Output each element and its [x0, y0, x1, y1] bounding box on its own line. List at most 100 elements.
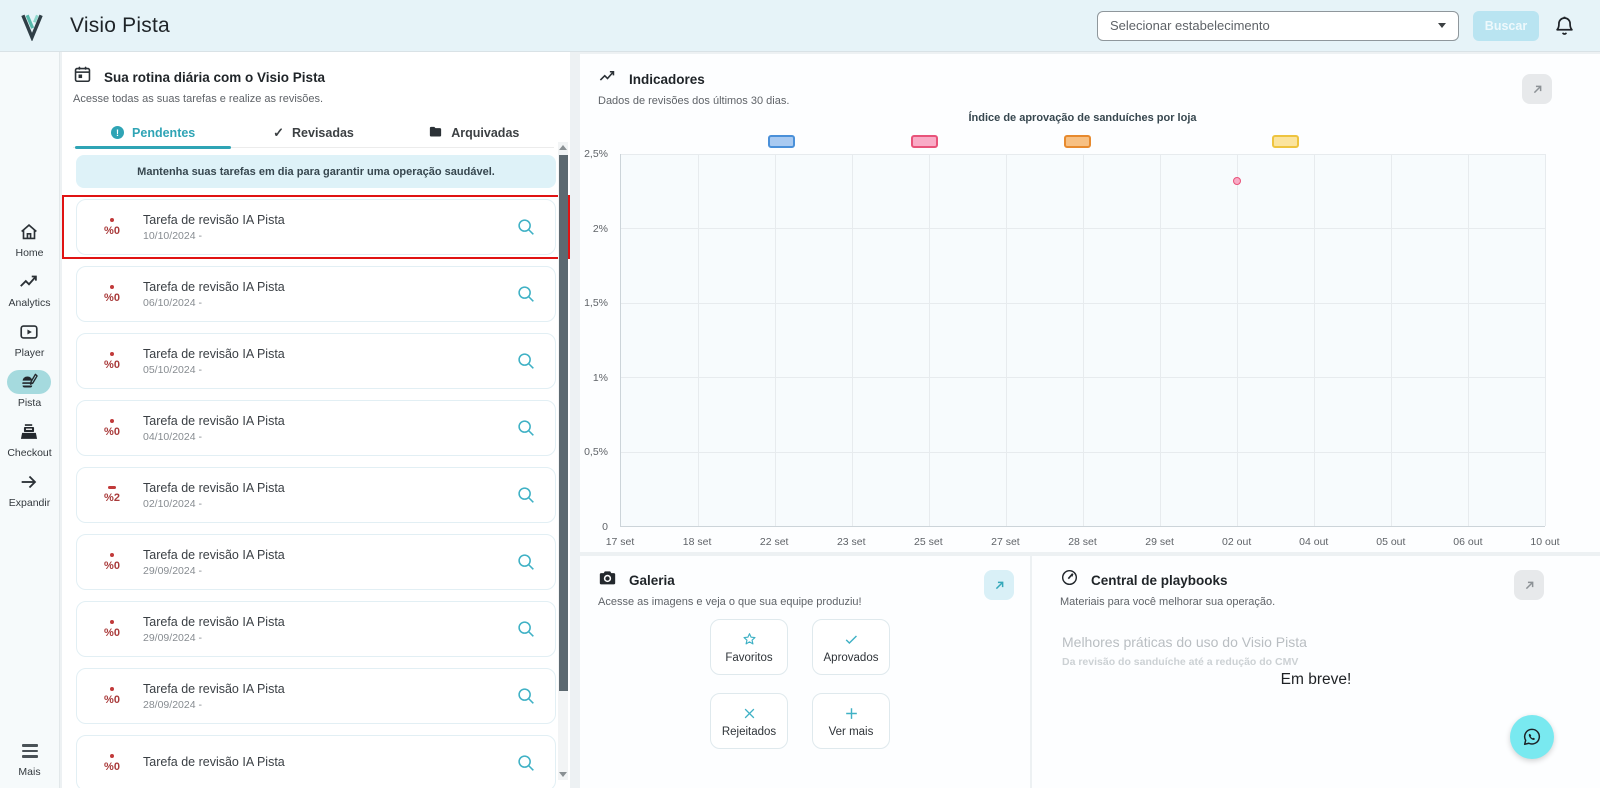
sidebar-item-pista[interactable]: Pista [7, 370, 52, 409]
page-title: Visio Pista [70, 13, 170, 37]
sidebar-item-player[interactable]: Player [7, 320, 51, 359]
task-percent-badge: %0 [97, 686, 127, 706]
legend-swatch[interactable] [1272, 135, 1300, 148]
gridline [1083, 154, 1084, 526]
task-title: Tarefa de revisão IA Pista [143, 681, 285, 696]
sidebar-item-expandir[interactable]: Expandir [7, 470, 51, 509]
gallery-panel: Galeria Acesse as imagens e veja o que s… [580, 556, 1030, 788]
gallery-subtitle: Acesse as imagens e veja o que sua equip… [598, 596, 862, 608]
search-button[interactable]: Buscar [1473, 10, 1539, 41]
sidebar-item-label: Player [14, 347, 45, 359]
see-more-button[interactable]: Ver mais [812, 693, 890, 749]
indicators-subtitle: Dados de revisões dos últimos 30 dias. [598, 95, 790, 107]
tab-pendentes[interactable]: ! Pendentes [73, 118, 233, 149]
magnifier-icon[interactable] [515, 283, 537, 305]
task-percent-badge: %0 [97, 217, 127, 237]
magnifier-icon[interactable] [515, 350, 537, 372]
x-tick-label: 22 set [759, 536, 789, 548]
rejected-button[interactable]: Rejeitados [710, 693, 788, 749]
tasks-tabs: ! Pendentes ✓ Revisadas Arquivadas [73, 118, 554, 149]
gallery-button-label: Favoritos [725, 651, 773, 664]
task-list-item[interactable]: %0 Tarefa de revisão IA Pista 04/10/2024… [76, 400, 556, 456]
magnifier-icon[interactable] [515, 685, 537, 707]
gridline [1391, 154, 1392, 526]
x-tick-label: 29 set [1145, 536, 1174, 548]
player-icon [18, 320, 40, 344]
establishment-select[interactable]: Selecionar estabelecimento [1097, 10, 1459, 41]
x-icon [742, 705, 757, 722]
whatsapp-button[interactable] [1510, 715, 1554, 759]
playbook-item-title: Melhores práticas do uso do Visio Pista [1062, 634, 1307, 650]
sidebar-item-home[interactable]: Home [7, 220, 51, 259]
magnifier-icon[interactable] [515, 484, 537, 506]
task-list-item[interactable]: %0 Tarefa de revisão IA Pista 06/10/2024… [76, 266, 556, 322]
task-list-item-highlighted[interactable]: %0 Tarefa de revisão IA Pista 10/10/2024… [76, 199, 556, 255]
approved-button[interactable]: Aprovados [812, 619, 890, 675]
magnifier-icon[interactable] [515, 417, 537, 439]
x-tick-label: 18 set [682, 536, 712, 548]
x-tick-label: 10 out [1530, 536, 1560, 548]
task-title: Tarefa de revisão IA Pista [143, 346, 285, 361]
task-date: 02/10/2024 - [143, 497, 202, 510]
alert-marker-icon [110, 217, 114, 222]
tab-label: Arquivadas [451, 125, 520, 140]
checkout-icon [18, 420, 40, 444]
magnifier-icon[interactable] [515, 551, 537, 573]
favorites-button[interactable]: Favoritos [710, 619, 788, 675]
top-header: Visio Pista Selecionar estabelecimento B… [0, 0, 1600, 52]
expand-icon [18, 470, 40, 494]
expand-ne-icon [1525, 581, 1533, 589]
gallery-expand-button[interactable] [984, 570, 1014, 600]
task-list-item[interactable]: %0 Tarefa de revisão IA Pista 29/09/2024… [76, 534, 556, 590]
sidebar-item-label: Pista [17, 397, 42, 409]
magnifier-icon[interactable] [515, 216, 537, 238]
sidebar: Home Analytics Player Pista Checkout Exp… [0, 52, 60, 788]
y-tick-label: 2% [592, 222, 608, 235]
sidebar-item-checkout[interactable]: Checkout [7, 420, 52, 459]
x-tick-label: 06 out [1453, 536, 1483, 548]
playbook-item-subtitle: Da revisão do sanduíche até a redução do… [1062, 656, 1299, 668]
gridline [1160, 154, 1161, 526]
legend-swatch[interactable] [1064, 135, 1091, 148]
x-tick-label: 05 out [1376, 536, 1406, 548]
task-list-item[interactable]: %0 Tarefa de revisão IA Pista 05/10/2024… [76, 333, 556, 389]
folder-icon [428, 124, 443, 142]
sidebar-item-mais[interactable]: Mais [0, 739, 59, 778]
tab-label: Revisadas [292, 125, 354, 140]
chart-data-point[interactable] [1232, 176, 1241, 185]
scrollbar-thumb[interactable] [558, 155, 568, 691]
y-tick-label: 1% [592, 371, 608, 384]
playbooks-expand-button[interactable] [1514, 570, 1544, 600]
magnifier-icon[interactable] [515, 752, 537, 774]
alert-marker-icon [110, 686, 114, 691]
task-date: 05/10/2024 - [143, 363, 202, 376]
gallery-title: Galeria [629, 572, 675, 588]
legend-swatch[interactable] [911, 135, 939, 148]
magnifier-icon[interactable] [515, 618, 537, 640]
notification-bell-icon[interactable] [1553, 14, 1576, 37]
task-list-item[interactable]: %0 Tarefa de revisão IA Pista 28/09/2024… [76, 668, 556, 724]
task-list-item[interactable]: %2 Tarefa de revisão IA Pista 02/10/2024… [76, 467, 556, 523]
task-list-item[interactable]: %0 Tarefa de revisão IA Pista 29/09/2024… [76, 601, 556, 657]
tasks-scrollbar[interactable] [558, 142, 568, 780]
scroll-up-icon[interactable] [559, 145, 567, 150]
gallery-buttons: Favoritos Aprovados Rejeitados Ver mais [710, 619, 890, 749]
task-list-item[interactable]: %0 Tarefa de revisão IA Pista [76, 735, 556, 788]
gridline [852, 154, 853, 526]
task-title: Tarefa de revisão IA Pista [143, 279, 285, 294]
x-tick-label: 02 out [1222, 536, 1252, 548]
sidebar-item-label: Expandir [8, 497, 51, 509]
camera-icon [598, 568, 617, 592]
tab-revisadas[interactable]: ✓ Revisadas [233, 118, 393, 147]
x-tick-label: 27 set [991, 536, 1020, 548]
alert-marker-icon [110, 351, 114, 356]
sidebar-item-analytics[interactable]: Analytics [7, 270, 51, 309]
expand-ne-icon [1533, 85, 1541, 93]
indicators-expand-button[interactable] [1522, 74, 1552, 104]
star-icon [741, 631, 758, 648]
gallery-button-label: Aprovados [823, 651, 879, 664]
menu-icon [21, 739, 38, 763]
scroll-down-icon[interactable] [559, 772, 567, 777]
tab-arquivadas[interactable]: Arquivadas [394, 118, 554, 147]
legend-swatch[interactable] [768, 135, 795, 148]
